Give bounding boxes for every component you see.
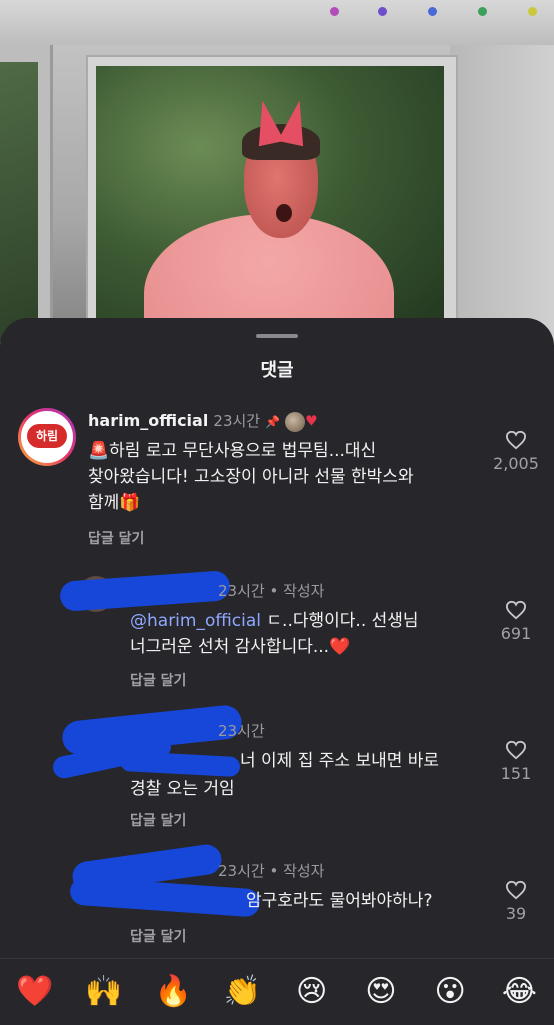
like-count: 2,005 [493,454,539,473]
comments-sheet: 댓글 하림 harim_official 23시간 📌 ♥ 🚨하림 로고 무단사… [0,318,554,1024]
ceiling [0,0,554,45]
comment-line: 🚨하림 로고 무단사용으로 법무팀...대신 [88,441,377,461]
comment-body: @harim_official ㄷ..다행이다.. 선생님 너그러운 선처 감사… [130,608,490,660]
heart-outline-icon [505,600,527,620]
mention-link[interactable]: @harim_official [130,611,261,631]
ceiling-light [528,7,537,16]
heart-outline-icon [505,740,527,760]
comment-line: 함께🎁 [88,493,141,513]
comment-line: @harim_official ㄷ..다행이다.. 선생님 [130,608,490,634]
comment-body: 경찰 오는 거임 [130,776,470,802]
emoji-clap-button[interactable]: 👏 [217,959,267,1025]
reply-button[interactable]: 답글 달기 [130,926,186,946]
harim-logo: 하림 [27,424,67,448]
comment-text: ㄷ..다행이다.. 선생님 [261,611,419,631]
pin-icon: 📌 [265,415,281,429]
redaction-mark [69,876,261,918]
ceiling-light [428,7,437,16]
person-mouth [276,204,292,222]
comment-body: 암구호라도 물어봐야하나? [246,888,496,914]
comment-header: harim_official 23시간 📌 ♥ [88,410,318,432]
ceiling-light [478,7,487,16]
comment-body: 너 이제 집 주소 보내면 바로 [240,748,500,774]
left-window [0,62,38,342]
avatar-inner: 하림 [21,411,73,463]
comment-time: 23시간 • 작성자 [218,582,325,600]
ceiling-light [378,7,387,16]
brand-avatar[interactable]: 하림 [18,408,76,466]
reply-button[interactable]: 답글 달기 [88,528,144,548]
like-button[interactable]: 691 [486,600,546,643]
creator-heart-icon: ♥ [305,413,318,430]
comment-line: 암구호라도 물어봐야하나? [246,891,433,911]
like-count: 151 [500,764,532,783]
video-background [0,0,554,360]
reply-button[interactable]: 답글 달기 [130,670,186,690]
emoji-fire-button[interactable]: 🔥 [148,959,198,1025]
comment-time: 23시간 • 작성자 [218,862,325,880]
comment-line: 찾아왔습니다! 고소장이 아니라 선물 한박스와 [88,467,414,487]
right-wall [450,45,554,345]
comment-username[interactable]: harim_official [88,411,208,430]
like-button[interactable]: 2,005 [486,430,546,473]
reply-button[interactable]: 답글 달기 [130,810,186,830]
comment-line: 경찰 오는 거임 [130,779,235,799]
emoji-heart-eyes-button[interactable]: 😍 [356,959,406,1025]
heart-outline-icon [505,880,527,900]
emoji-heart-button[interactable]: ❤️ [10,959,60,1025]
emoji-laughing-button[interactable]: 😂 [494,959,544,1025]
heart-outline-icon [505,430,527,450]
emoji-surprised-button[interactable]: 😮 [425,959,475,1025]
emoji-raised-hands-button[interactable]: 🙌 [79,959,129,1025]
emoji-reaction-bar: ❤️ 🙌 🔥 👏 😢 😍 😮 😂 [0,958,554,1025]
emoji-crying-button[interactable]: 😢 [287,959,337,1025]
redaction-mark [119,750,241,778]
drag-handle[interactable] [256,334,298,338]
comment-time: 23시간 [213,412,261,430]
comment-body: 🚨하림 로고 무단사용으로 법무팀...대신 찾아왔습니다! 고소장이 아니라 … [88,438,488,516]
comment-time: 23시간 [218,722,265,740]
comment-line: 너그러운 선처 감사합니다...❤️ [130,637,351,657]
person-photo [96,66,444,336]
comment-line: 너 이제 집 주소 보내면 바로 [240,751,440,771]
creator-avatar [285,411,306,432]
like-button[interactable]: 39 [486,880,546,923]
like-count: 691 [500,624,532,643]
like-button[interactable]: 151 [486,740,546,783]
sheet-title: 댓글 [260,360,294,381]
ceiling-light [330,7,339,16]
like-count: 39 [505,904,527,923]
redaction-mark [59,570,231,612]
